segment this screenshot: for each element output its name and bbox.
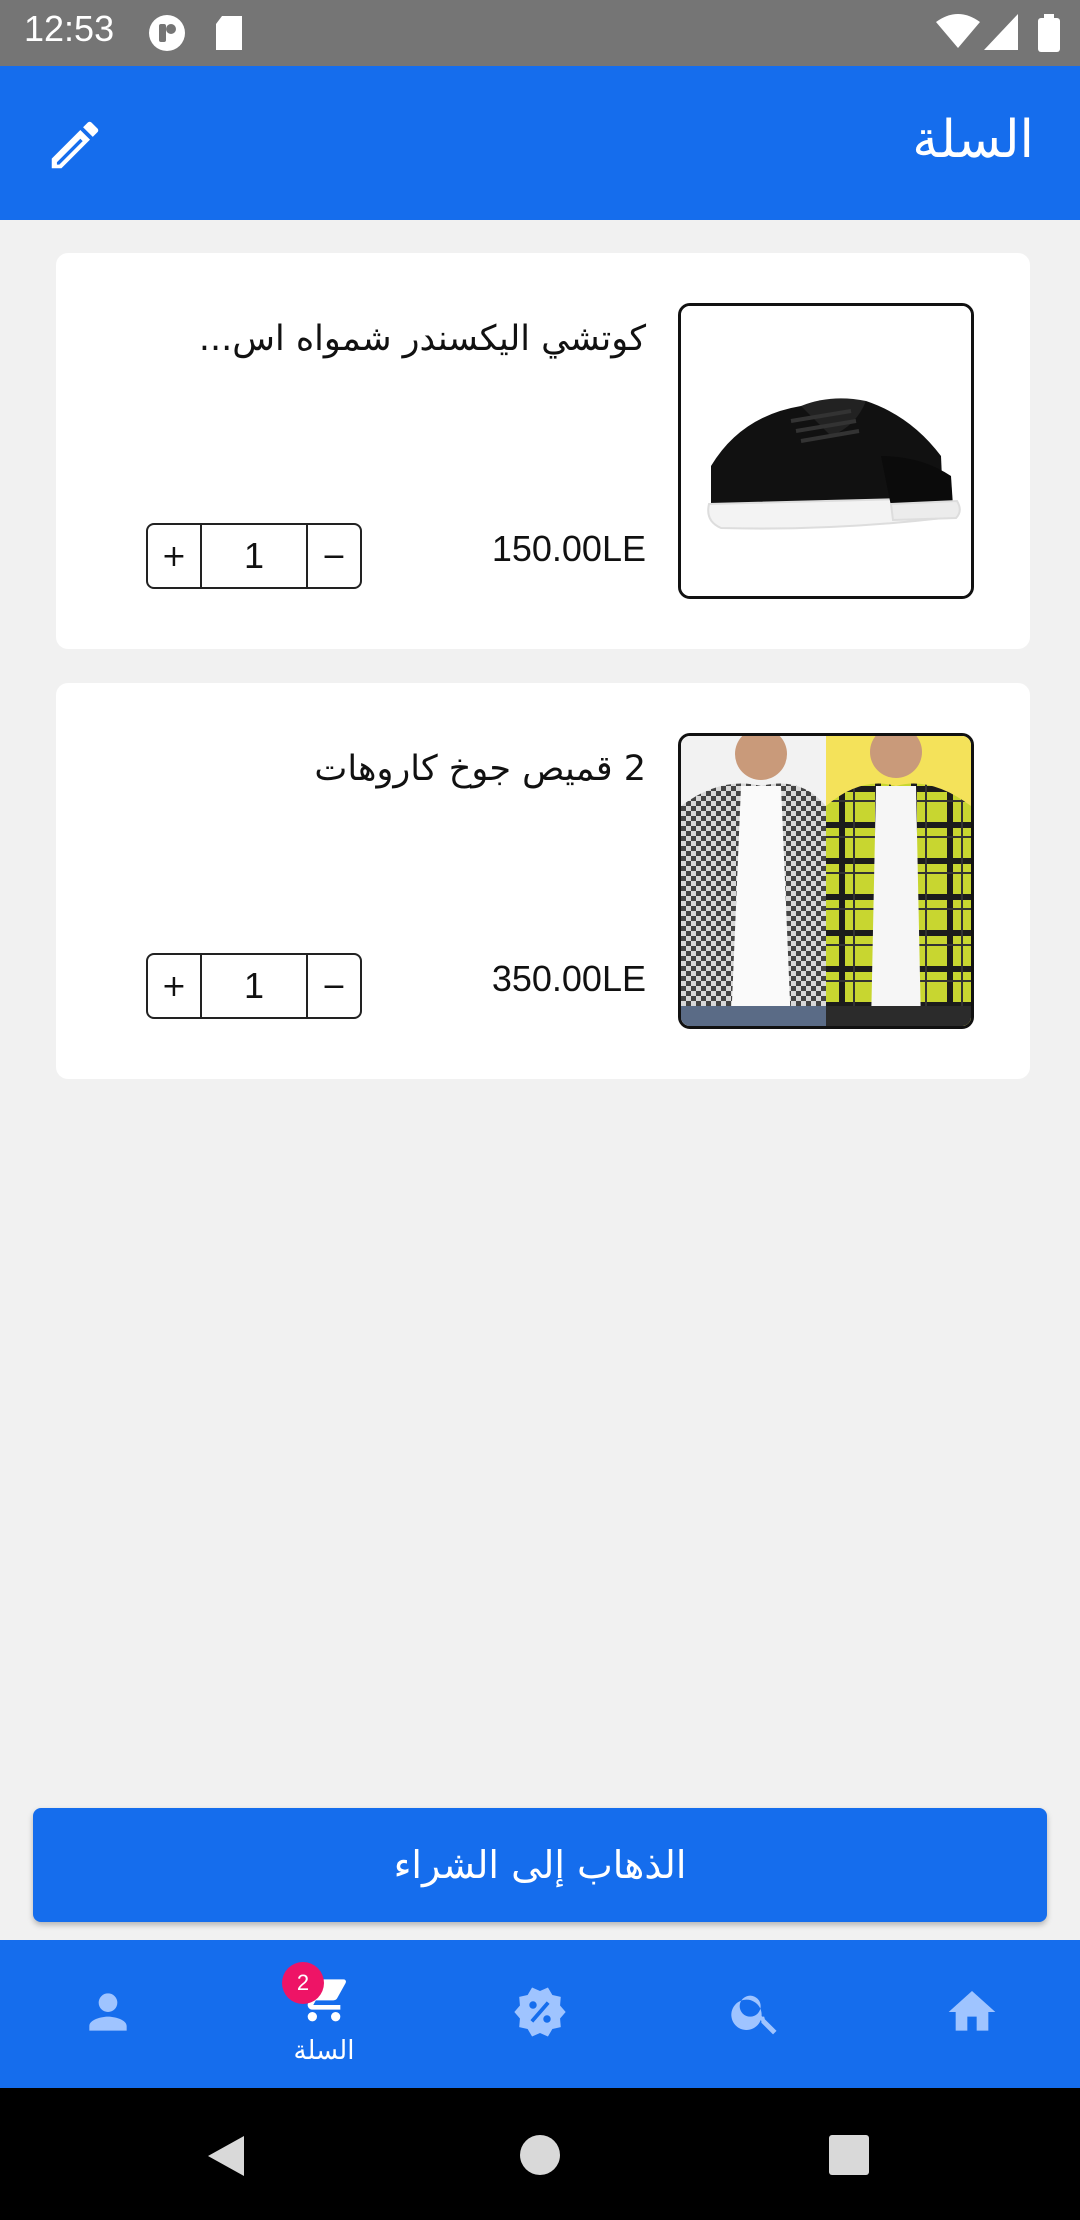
app-bar: السلة [0, 66, 1080, 220]
increase-quantity-button[interactable]: + [148, 525, 200, 587]
nav-profile[interactable] [0, 1940, 216, 2088]
cart-item: 2 قميص جوخ كاروهات 350.00LE + 1 − [56, 683, 1030, 1079]
product-name[interactable]: 2 قميص جوخ كاروهات [314, 749, 646, 789]
home-icon [948, 1991, 996, 2031]
sd-card-icon [216, 16, 242, 50]
status-bar: 12:53 [0, 0, 1080, 66]
nav-home[interactable] [864, 1940, 1080, 2088]
product-price: 350.00LE [491, 958, 646, 999]
shirts-image [681, 736, 971, 1026]
page-title: السلة [912, 110, 1034, 170]
system-nav-bar [0, 2088, 1080, 2220]
sneaker-image [681, 306, 971, 596]
notification-app-icon [149, 15, 185, 51]
cart-item: كوتشي اليكسندر شمواه اس... 150.00LE + 1 … [56, 253, 1030, 649]
quantity-value[interactable]: 1 [200, 525, 308, 587]
checkout-button[interactable]: الذهاب إلى الشراء [33, 1808, 1047, 1922]
product-name[interactable]: كوتشي اليكسندر شمواه اس... [199, 319, 646, 359]
decrease-quantity-button[interactable]: − [308, 955, 360, 1017]
nav-cart-label: السلة [293, 2036, 355, 2066]
nav-cart[interactable]: 2 السلة [216, 1940, 432, 2088]
bottom-nav: 2 السلة [0, 1940, 1080, 2088]
home-circle-icon[interactable] [519, 2134, 561, 2176]
offers-icon [514, 1987, 566, 2037]
status-time: 12:53 [24, 8, 115, 49]
edit-icon[interactable] [44, 114, 106, 176]
battery-icon [1038, 14, 1060, 52]
product-image-sneaker[interactable] [678, 303, 974, 599]
signal-icon [984, 14, 1018, 50]
decrease-quantity-button[interactable]: − [308, 525, 360, 587]
quantity-stepper: + 1 − [146, 953, 362, 1019]
nav-search[interactable] [648, 1940, 864, 2088]
profile-icon [89, 1993, 127, 2031]
increase-quantity-button[interactable]: + [148, 955, 200, 1017]
search-icon [731, 1995, 777, 2035]
cart-count-badge: 2 [282, 1962, 324, 2004]
recents-icon[interactable] [829, 2135, 869, 2175]
product-price: 150.00LE [491, 528, 646, 569]
quantity-stepper: + 1 − [146, 523, 362, 589]
product-image-shirts[interactable] [678, 733, 974, 1029]
nav-offers[interactable] [432, 1940, 648, 2088]
quantity-value[interactable]: 1 [200, 955, 308, 1017]
wifi-icon [936, 14, 980, 48]
back-icon[interactable] [204, 2134, 248, 2178]
